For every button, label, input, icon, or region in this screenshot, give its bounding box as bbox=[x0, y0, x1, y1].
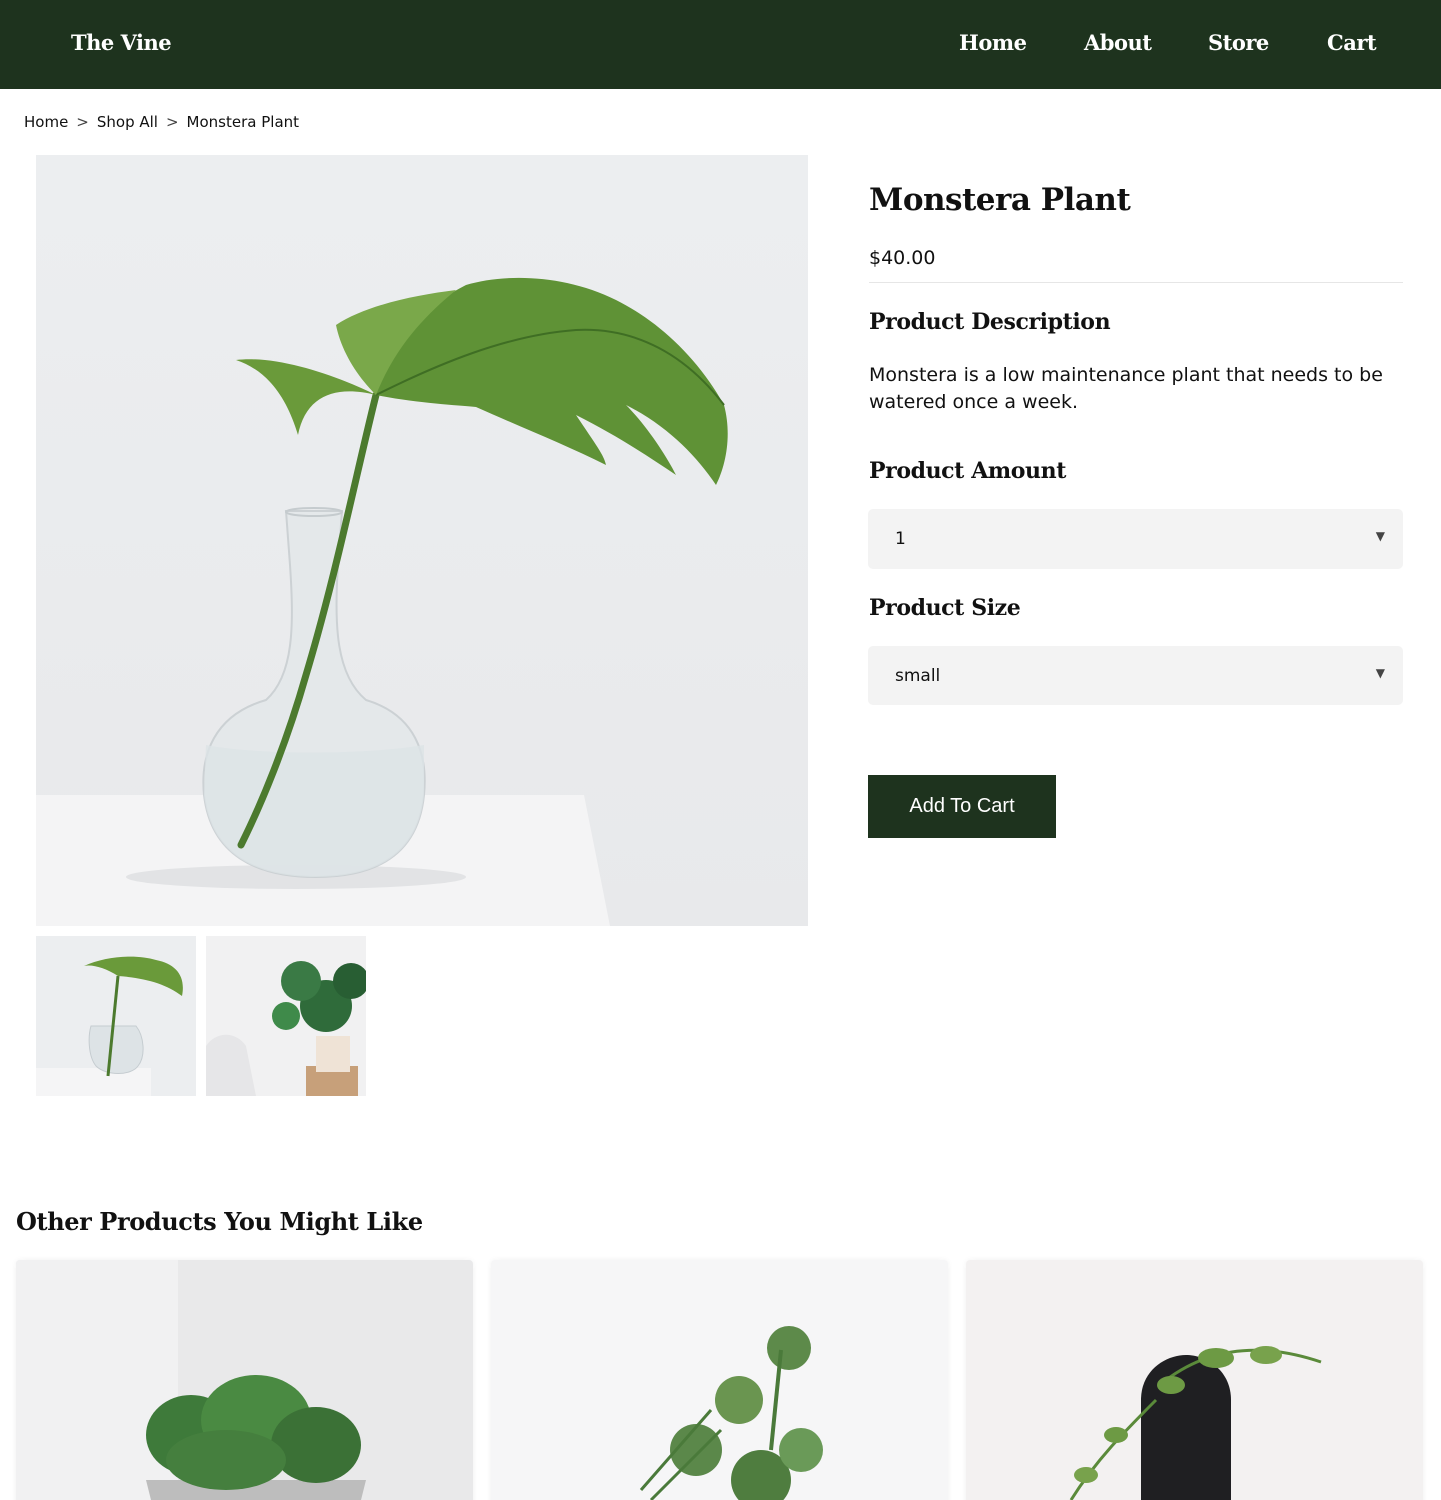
product-amount-heading: Product Amount bbox=[869, 458, 1066, 484]
breadcrumb-separator: > bbox=[76, 113, 89, 131]
product-size-value: small bbox=[895, 666, 941, 686]
related-product-card[interactable] bbox=[966, 1260, 1423, 1500]
top-navbar: The Vine Home About Store Cart bbox=[0, 0, 1441, 89]
nav-link-cart[interactable]: Cart bbox=[1327, 30, 1377, 55]
breadcrumb-home[interactable]: Home bbox=[24, 113, 68, 131]
nav-link-store[interactable]: Store bbox=[1208, 30, 1269, 55]
product-amount-value: 1 bbox=[895, 529, 906, 549]
breadcrumb: Home > Shop All > Monstera Plant bbox=[24, 113, 299, 131]
product-main-image bbox=[36, 155, 808, 926]
nav-link-home[interactable]: Home bbox=[959, 30, 1027, 55]
divider bbox=[869, 282, 1403, 283]
breadcrumb-shop-all[interactable]: Shop All bbox=[97, 113, 158, 131]
nav-link-about[interactable]: About bbox=[1084, 30, 1152, 55]
caret-down-icon: ▼ bbox=[1375, 666, 1385, 680]
product-description-heading: Product Description bbox=[869, 309, 1111, 335]
product-thumbnail-1[interactable] bbox=[36, 936, 196, 1096]
product-amount-select[interactable]: 1 ▼ bbox=[868, 509, 1403, 569]
product-price: $40.00 bbox=[869, 247, 936, 269]
breadcrumb-separator: > bbox=[165, 113, 179, 131]
product-description: Monstera is a low maintenance plant that… bbox=[869, 364, 1383, 413]
related-product-card[interactable] bbox=[491, 1260, 948, 1500]
product-thumbnail-2[interactable] bbox=[206, 936, 366, 1096]
caret-down-icon: ▼ bbox=[1375, 529, 1385, 543]
product-size-select[interactable]: small ▼ bbox=[868, 646, 1403, 705]
breadcrumb-current: Monstera Plant bbox=[186, 113, 300, 131]
add-to-cart-button[interactable]: Add To Cart bbox=[868, 775, 1056, 838]
brand-logo[interactable]: The Vine bbox=[71, 30, 172, 55]
related-product-card[interactable] bbox=[16, 1260, 473, 1500]
related-products-heading: Other Products You Might Like bbox=[16, 1207, 423, 1236]
product-title: Monstera Plant bbox=[869, 182, 1131, 218]
product-size-heading: Product Size bbox=[869, 595, 1021, 621]
